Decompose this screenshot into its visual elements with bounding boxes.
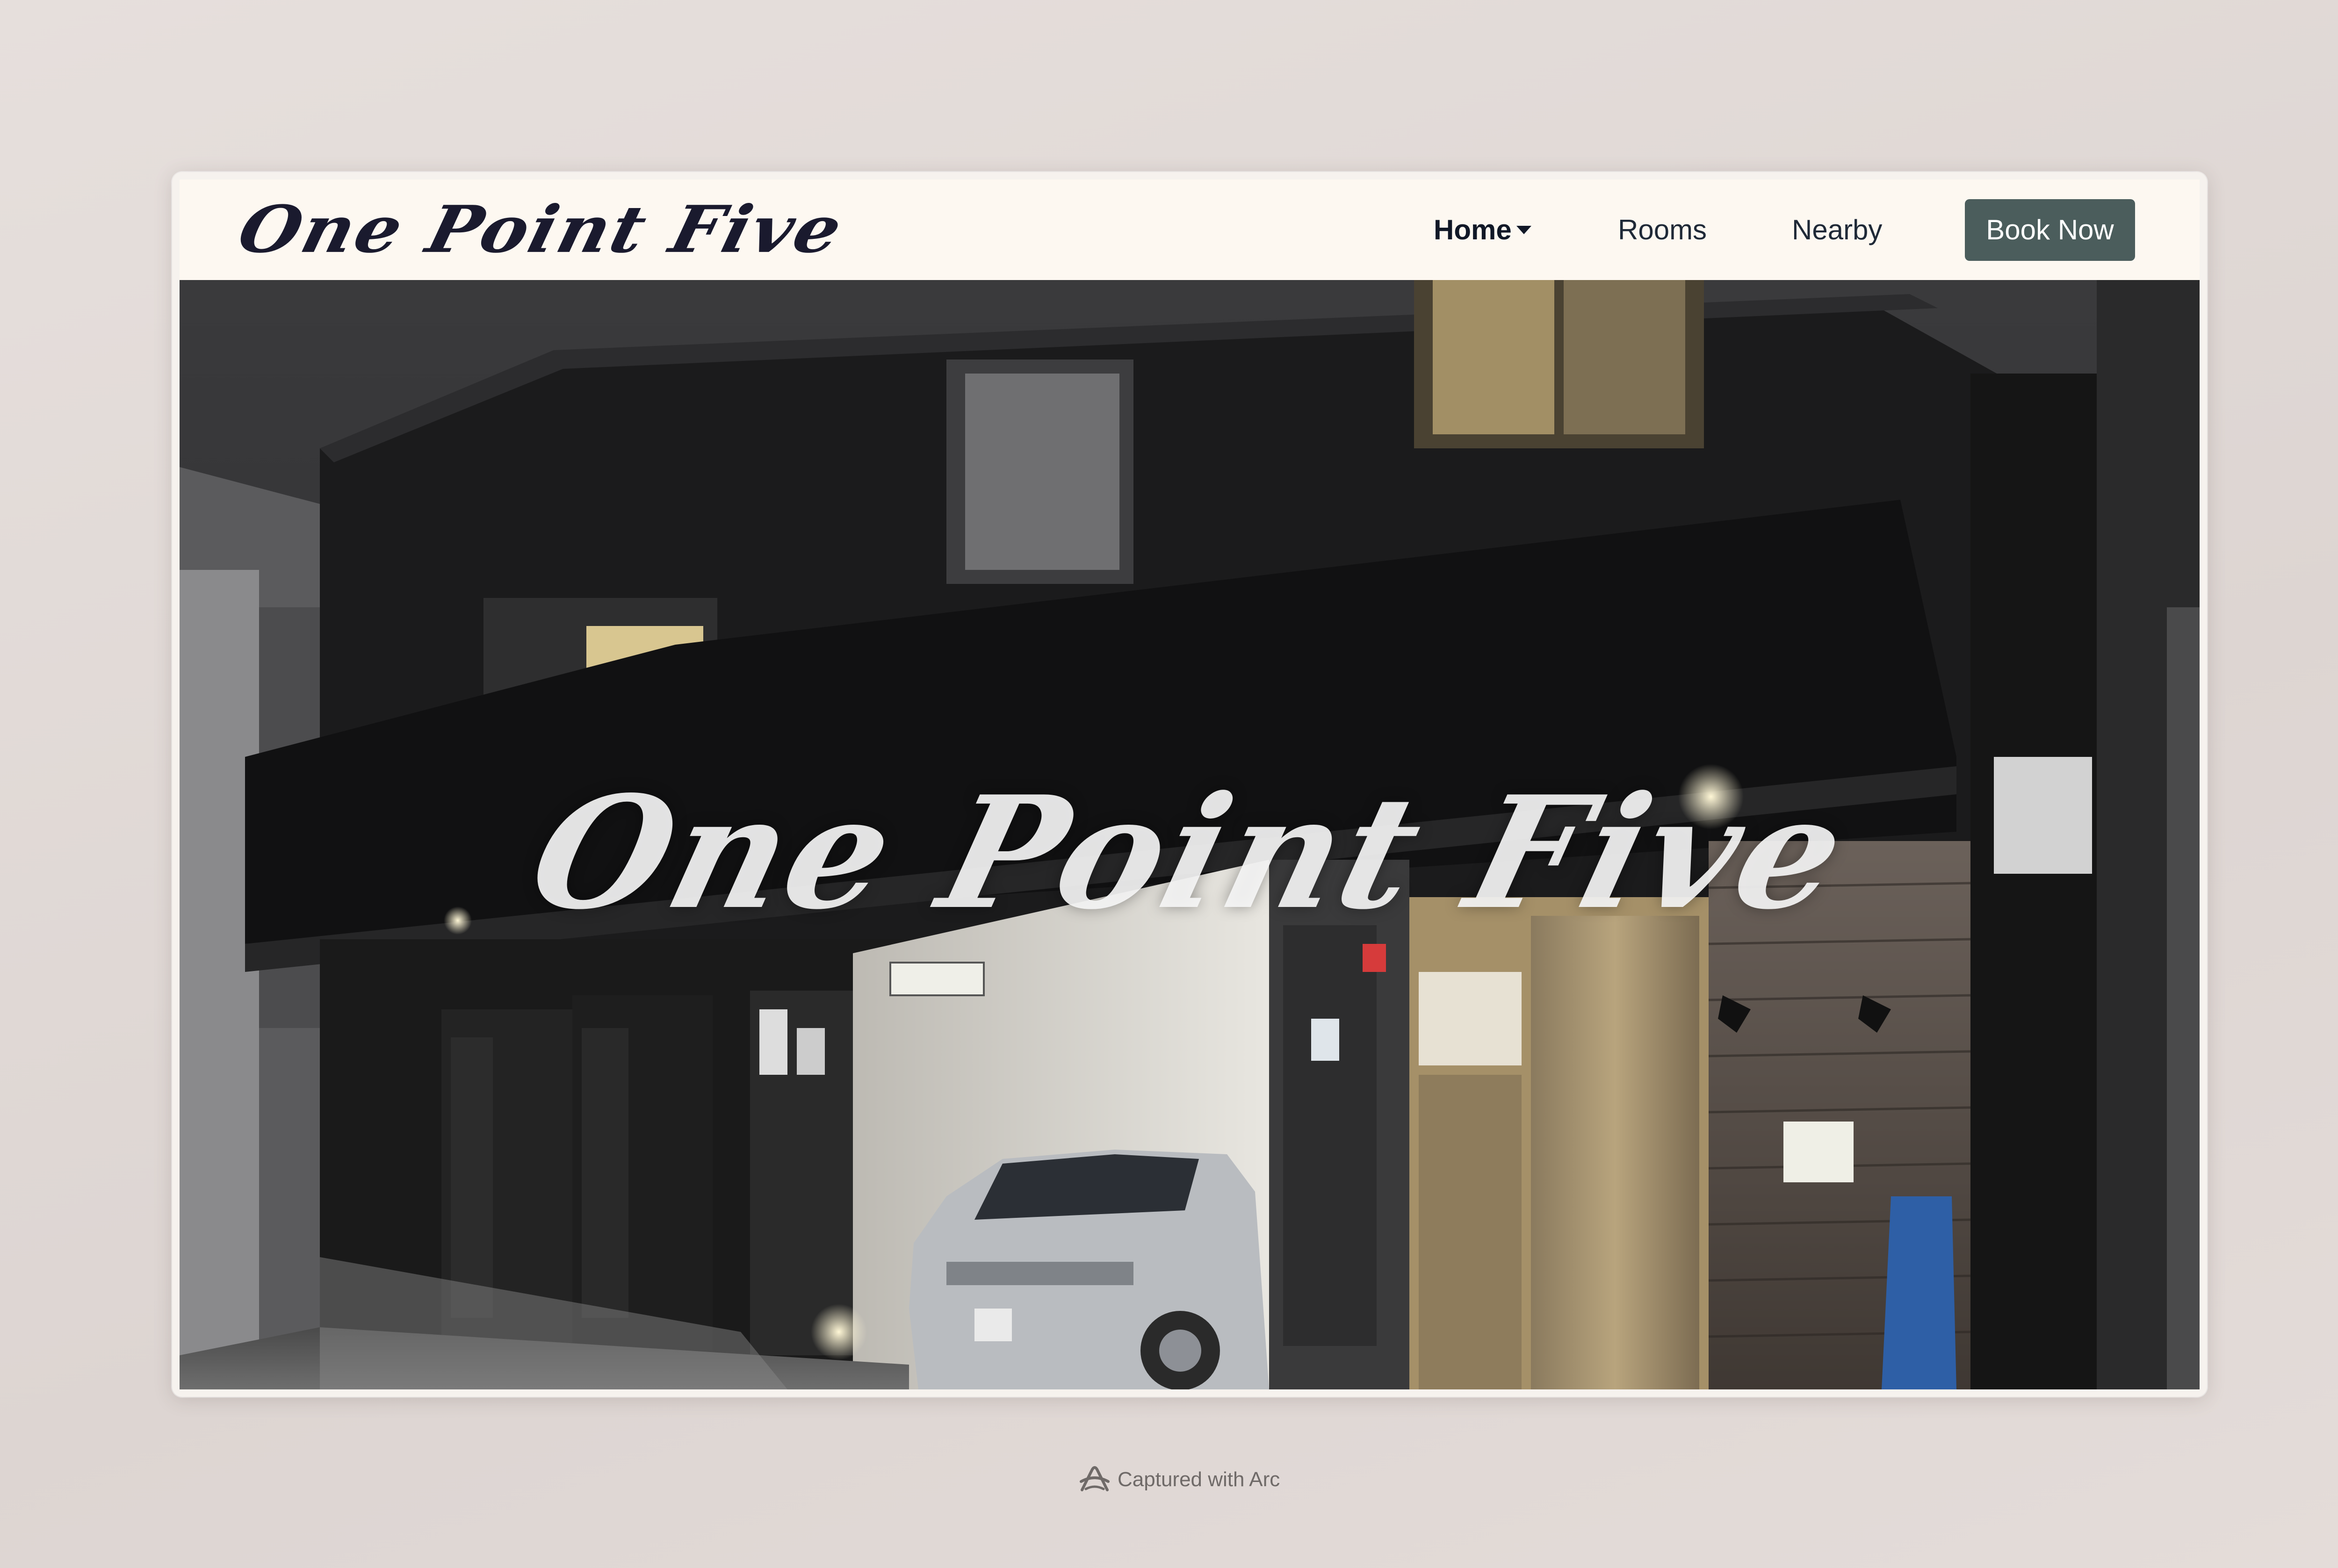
hero-title: One Point Five	[514, 762, 1865, 943]
navbar: One Point Five Home Rooms Nearby Book No…	[180, 180, 2200, 280]
site-logo[interactable]: One Point Five	[231, 192, 851, 267]
nav-item-rooms[interactable]: Rooms	[1618, 211, 1707, 249]
book-now-button[interactable]: Book Now	[1965, 199, 2135, 261]
nav-item-nearby[interactable]: Nearby	[1792, 211, 1882, 249]
arc-icon	[1080, 1466, 1110, 1491]
capture-caption-text: Captured with Arc	[1118, 1468, 1280, 1491]
browser-window: One Point Five Home Rooms Nearby Book No…	[172, 172, 2207, 1397]
nav-item-home[interactable]: Home	[1434, 211, 1531, 249]
nav-item-home-label: Home	[1434, 214, 1512, 245]
hero-section: One Point Five	[180, 280, 2200, 1389]
caret-down-icon	[1516, 226, 1531, 235]
capture-caption: Captured with Arc	[1078, 1466, 1280, 1494]
web-page: One Point Five Home Rooms Nearby Book No…	[180, 180, 2200, 1389]
